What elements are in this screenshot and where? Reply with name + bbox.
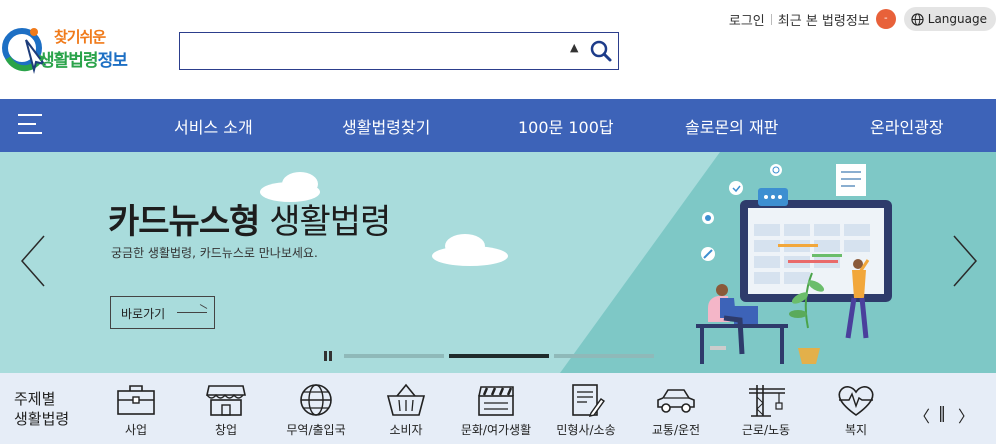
nav-item-find-law[interactable]: 생활법령찾기	[342, 114, 430, 138]
hero-title-bold: 카드뉴스형	[108, 202, 260, 242]
nav-item-100qa[interactable]: 100문 100답	[518, 114, 614, 138]
category-label: 문화/여가생활	[460, 423, 532, 437]
crane-icon	[749, 385, 785, 417]
category-label: 사업	[124, 423, 148, 437]
category-heading-line1: 주제별	[14, 390, 56, 408]
hero-illustration	[696, 164, 892, 364]
hero-subtitle: 궁금한 생활법령, 카드뉴스로 만나보세요.	[111, 246, 318, 260]
logo-title-green: 생활법령	[39, 51, 99, 71]
category-heading-line2: 생활법령	[14, 410, 70, 428]
category-next-icon[interactable]: 〉	[958, 403, 974, 427]
category-welfare[interactable]: 복지	[811, 383, 901, 443]
hero-pager	[322, 349, 659, 363]
search-input[interactable]	[186, 39, 566, 63]
logo-title: 생활법령정보	[39, 46, 128, 71]
hero-go-label: 바로가기	[121, 307, 166, 321]
category-label: 소비자	[389, 423, 423, 437]
nav-item-service-intro[interactable]: 서비스 소개	[174, 114, 253, 138]
slide-indicator-3[interactable]	[554, 354, 654, 358]
recent-count-badge[interactable]: -	[875, 9, 896, 29]
utility-bar: 로그인 최근 본 법령정보 - Language	[729, 7, 996, 31]
arrow-right-icon	[177, 312, 207, 313]
category-consumer[interactable]: 소비자	[361, 383, 451, 443]
site-logo[interactable]: 찾기쉬운 생활법령정보	[2, 22, 162, 78]
category-trade-immigration[interactable]: 무역/출입국	[271, 383, 361, 443]
language-label: Language	[927, 12, 987, 26]
slide-indicator-1[interactable]	[344, 354, 444, 358]
main-nav: 서비스 소개 생활법령찾기 100문 100답 솔로몬의 재판 온라인광장	[0, 99, 996, 152]
pause-icon[interactable]	[322, 350, 334, 362]
category-traffic-driving[interactable]: 교통/운전	[631, 383, 721, 443]
category-label: 교통/운전	[651, 423, 701, 437]
hero-title-rest: 생활법령	[259, 202, 391, 242]
category-civil-criminal[interactable]: 민형사/소송	[541, 383, 631, 443]
hero-go-button[interactable]: 바로가기	[110, 296, 215, 329]
category-label: 근로/노동	[741, 423, 791, 437]
category-label: 복지	[844, 423, 868, 437]
category-business[interactable]: 사업	[91, 383, 181, 443]
category-startup[interactable]: 창업	[181, 383, 271, 443]
clapperboard-icon	[478, 386, 514, 416]
car-icon	[657, 389, 695, 413]
hamburger-menu-icon[interactable]	[18, 114, 42, 136]
logo-tagline: 찾기쉬운	[54, 28, 106, 46]
store-icon	[206, 385, 246, 416]
briefcase-icon	[117, 385, 155, 415]
nav-item-online-plaza[interactable]: 온라인광장	[870, 114, 944, 138]
document-pen-icon	[572, 384, 605, 417]
recent-laws-link[interactable]: 최근 본 법령정보	[778, 10, 870, 29]
divider	[770, 13, 772, 25]
hero-prev-arrow-icon[interactable]	[18, 234, 48, 288]
hero-title: 카드뉴스형 생활법령	[108, 194, 391, 243]
hero-banner: 카드뉴스형 생활법령 궁금한 생활법령, 카드뉴스로 만나보세요. 바로가기	[0, 152, 996, 373]
header: 찾기쉬운 생활법령정보 ▲ 로그인 최근 본 법령정보 - Language	[0, 0, 996, 99]
search-box: ▲	[179, 32, 619, 70]
category-label: 민형사/소송	[556, 423, 616, 437]
category-pause-icon[interactable]: ‖	[938, 403, 946, 422]
category-prev-icon[interactable]: 〈	[914, 403, 930, 427]
slide-indicator-2[interactable]	[449, 354, 549, 358]
category-label: 창업	[214, 423, 238, 437]
language-button[interactable]: Language	[903, 7, 996, 31]
globe-icon	[911, 12, 924, 26]
category-bar: 주제별 생활법령 사업 창업 무역/출입국 소비자 문화/여가생활 민형사/소송…	[0, 373, 996, 444]
nav-item-solomon-trial[interactable]: 솔로몬의 재판	[685, 114, 778, 138]
heart-pulse-icon	[838, 386, 874, 416]
globe-icon	[300, 384, 332, 416]
hero-next-arrow-icon[interactable]	[950, 234, 980, 288]
category-label: 무역/출입국	[286, 423, 346, 437]
category-culture-leisure[interactable]: 문화/여가생활	[451, 383, 541, 443]
basket-icon	[386, 383, 426, 416]
search-dropdown-caret-icon[interactable]: ▲	[570, 41, 578, 54]
category-heading: 주제별 생활법령	[14, 389, 69, 429]
logo-title-blue: 정보	[97, 51, 128, 71]
login-link[interactable]: 로그인	[729, 10, 765, 29]
category-labor[interactable]: 근로/노동	[721, 383, 811, 443]
search-icon[interactable]	[588, 38, 614, 64]
